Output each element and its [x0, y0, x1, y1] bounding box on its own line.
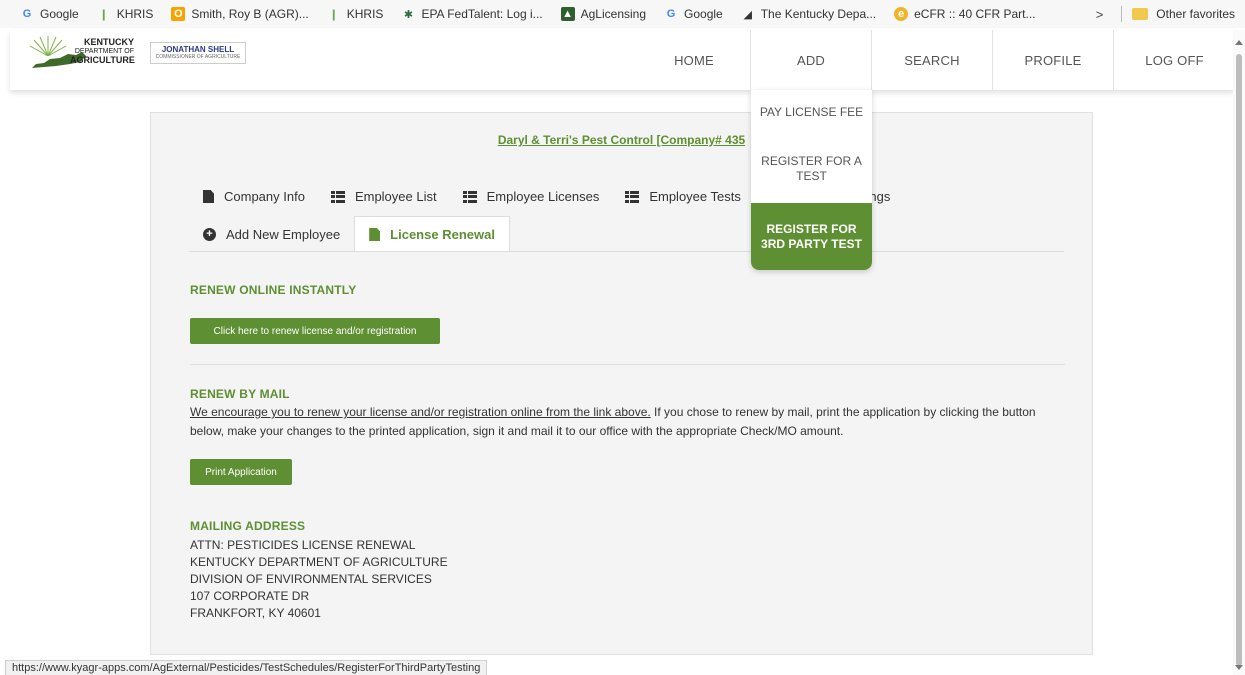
menu-register-third-party-test[interactable]: REGISTER FOR 3RD PARTY TEST: [751, 203, 872, 270]
folder-icon: [1132, 8, 1149, 20]
nav-profile[interactable]: PROFILE: [992, 30, 1113, 90]
menu-pay-license-fee[interactable]: PAY LICENSE FEE: [751, 90, 872, 135]
bookmark-khris[interactable]: ❙ KHRIS: [97, 7, 153, 21]
renew-online-link[interactable]: We encourage you to renew your license a…: [190, 405, 651, 419]
nav-search[interactable]: SEARCH: [871, 30, 992, 90]
renew-online-title: RENEW ONLINE INSTANTLY: [190, 283, 357, 297]
section-divider: [190, 364, 1065, 365]
bookmark-kentucky[interactable]: ◢ The Kentucky Depa...: [741, 7, 876, 21]
bookmarks-right: > Other favorites: [1096, 0, 1235, 28]
list-icon: [462, 190, 477, 203]
bookmark-google-2[interactable]: G Google: [664, 7, 723, 21]
nav-add[interactable]: ADD: [750, 30, 871, 90]
tab-employee-licenses[interactable]: Employee Licenses: [462, 189, 599, 204]
bookmarks-bar: G Google ❙ KHRIS O Smith, Roy B (AGR)... ❙ K…: [0, 0, 1245, 28]
kda-logo[interactable]: KENTUCKY DEPARTMENT OF AGRICULTURE: [24, 36, 135, 70]
renew-by-mail-text: We encourage you to renew your license a…: [190, 405, 1036, 438]
print-application-button[interactable]: Print Application: [190, 459, 292, 485]
ky-icon: ◢: [743, 8, 752, 21]
outlook-icon: O: [171, 7, 186, 21]
bookmark-khris-2[interactable]: ❙ KHRIS: [327, 7, 383, 21]
aglicensing-icon: ▲: [560, 7, 575, 21]
bookmark-aglicensing[interactable]: ▲ AgLicensing: [560, 7, 646, 21]
epa-icon: ✱: [403, 8, 414, 21]
tab-license-renewal[interactable]: License Renewal: [354, 216, 510, 252]
list-icon: [330, 190, 345, 203]
google-icon: G: [666, 8, 676, 20]
nav-log-off[interactable]: LOG OFF: [1113, 30, 1235, 90]
mailing-address: ATTN: PESTICIDES LICENSE RENEWAL KENTUCK…: [190, 538, 448, 620]
add-dropdown-menu: PAY LICENSE FEE REGISTER FOR A TEST REGI…: [751, 90, 872, 270]
renew-by-mail-title: RENEW BY MAIL: [190, 387, 290, 401]
bookmark-epa[interactable]: ✱ EPA FedTalent: Log i...: [401, 7, 543, 21]
tab-divider: [189, 251, 1064, 252]
khris-icon: ❙: [99, 8, 109, 21]
tab-employee-list[interactable]: Employee List: [330, 189, 437, 204]
page-scrollbar[interactable]: [1233, 30, 1245, 675]
mailing-address-title: MAILING ADDRESS: [190, 519, 306, 533]
tab-add-new-employee[interactable]: + Add New Employee: [189, 217, 354, 252]
renew-online-button[interactable]: Click here to renew license and/or regis…: [190, 318, 440, 344]
tabs-row-2: + Add New Employee License Renewal: [189, 216, 510, 252]
scroll-thumb[interactable]: [1236, 54, 1242, 666]
divider: [1121, 6, 1123, 22]
scroll-down-icon[interactable]: [1235, 665, 1243, 670]
nav-home[interactable]: HOME: [638, 30, 750, 90]
logo-text: KENTUCKY DEPARTMENT OF AGRICULTURE: [70, 37, 135, 65]
document-icon: [369, 228, 381, 241]
ecfr-icon: e: [894, 7, 909, 21]
bookmark-outlook[interactable]: O Smith, Roy B (AGR)...: [171, 7, 309, 21]
list-icon: [625, 190, 640, 203]
company-title[interactable]: Daryl & Terri's Pest Control [Company# 4…: [151, 133, 1092, 147]
commissioner-badge: JONATHAN SHELL COMMISSIONER OF AGRICULTU…: [150, 42, 246, 64]
bookmark-google[interactable]: G Google: [20, 7, 79, 21]
document-icon: [203, 190, 214, 203]
status-url: https://www.kyagr-apps.com/AgExternal/Pe…: [5, 660, 488, 675]
scroll-up-icon[interactable]: [1235, 40, 1243, 45]
plus-circle-icon: +: [203, 228, 216, 241]
khris-icon: ❙: [329, 8, 339, 21]
tab-company-info[interactable]: Company Info: [203, 189, 305, 204]
chevron-right-icon[interactable]: >: [1096, 7, 1104, 22]
other-favorites[interactable]: Other favorites: [1156, 7, 1235, 21]
content-panel: Daryl & Terri's Pest Control [Company# 4…: [150, 112, 1093, 655]
bookmark-ecfr[interactable]: e eCFR :: 40 CFR Part...: [894, 7, 1035, 21]
tab-employee-tests[interactable]: Employee Tests: [625, 189, 741, 204]
google-icon: G: [22, 8, 32, 20]
site-header: KENTUCKY DEPARTMENT OF AGRICULTURE JONAT…: [10, 30, 1235, 90]
menu-register-for-test[interactable]: REGISTER FOR A TEST: [751, 135, 872, 203]
